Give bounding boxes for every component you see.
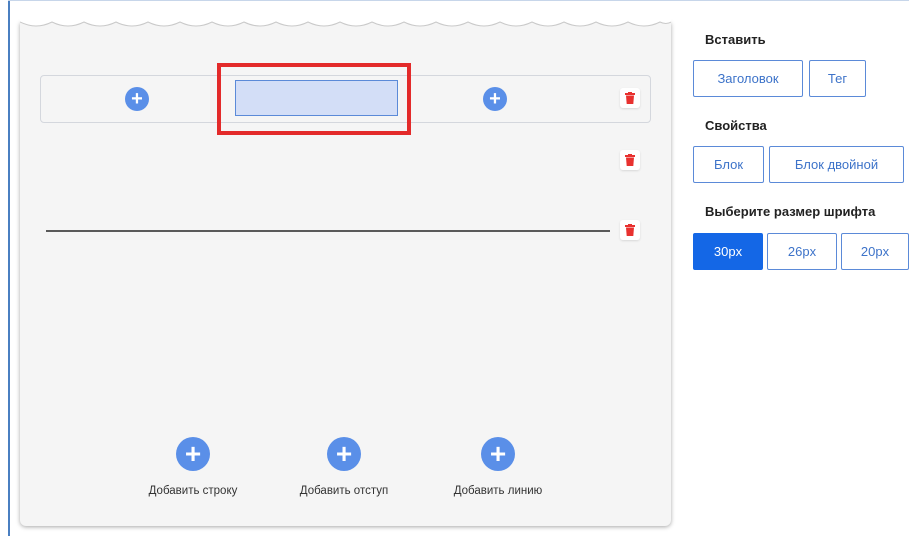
add-spacer-label: Добавить отступ	[299, 485, 389, 497]
font-size-30-button[interactable]: 30px	[693, 233, 763, 270]
add-row-action[interactable]: + Добавить строку	[128, 437, 258, 497]
add-spacer-action[interactable]: + Добавить отступ	[279, 437, 409, 497]
divider-line	[46, 230, 610, 232]
plus-icon[interactable]: +	[481, 437, 515, 471]
insert-section-title: Вставить	[705, 32, 766, 47]
editor-root: + + + Добавить строку + Добавить отступ …	[0, 0, 909, 536]
add-cell-left-icon[interactable]: +	[125, 87, 149, 111]
font-size-section-title: Выберите размер шрифта	[705, 204, 876, 219]
insert-tag-button[interactable]: Тег	[809, 60, 866, 97]
font-size-26-button[interactable]: 26px	[767, 233, 837, 270]
add-line-label: Добавить линию	[453, 485, 543, 497]
torn-edge-decoration	[20, 14, 671, 27]
selection-highlight	[217, 63, 411, 135]
delete-spacer-icon[interactable]	[620, 150, 640, 170]
delete-row-icon[interactable]	[620, 88, 640, 108]
block-button[interactable]: Блок	[693, 146, 764, 183]
delete-line-icon[interactable]	[620, 220, 640, 240]
add-line-action[interactable]: + Добавить линию	[433, 437, 563, 497]
add-row-label: Добавить строку	[148, 485, 238, 497]
plus-icon[interactable]: +	[327, 437, 361, 471]
font-size-20-button[interactable]: 20px	[841, 233, 909, 270]
insert-heading-button[interactable]: Заголовок	[693, 60, 803, 97]
add-cell-right-icon[interactable]: +	[483, 87, 507, 111]
window-border-top	[8, 0, 909, 1]
properties-section-title: Свойства	[705, 118, 767, 133]
double-block-button[interactable]: Блок двойной	[769, 146, 904, 183]
window-border	[8, 0, 10, 536]
ticket-canvas: + + + Добавить строку + Добавить отступ …	[20, 14, 671, 526]
plus-icon[interactable]: +	[176, 437, 210, 471]
